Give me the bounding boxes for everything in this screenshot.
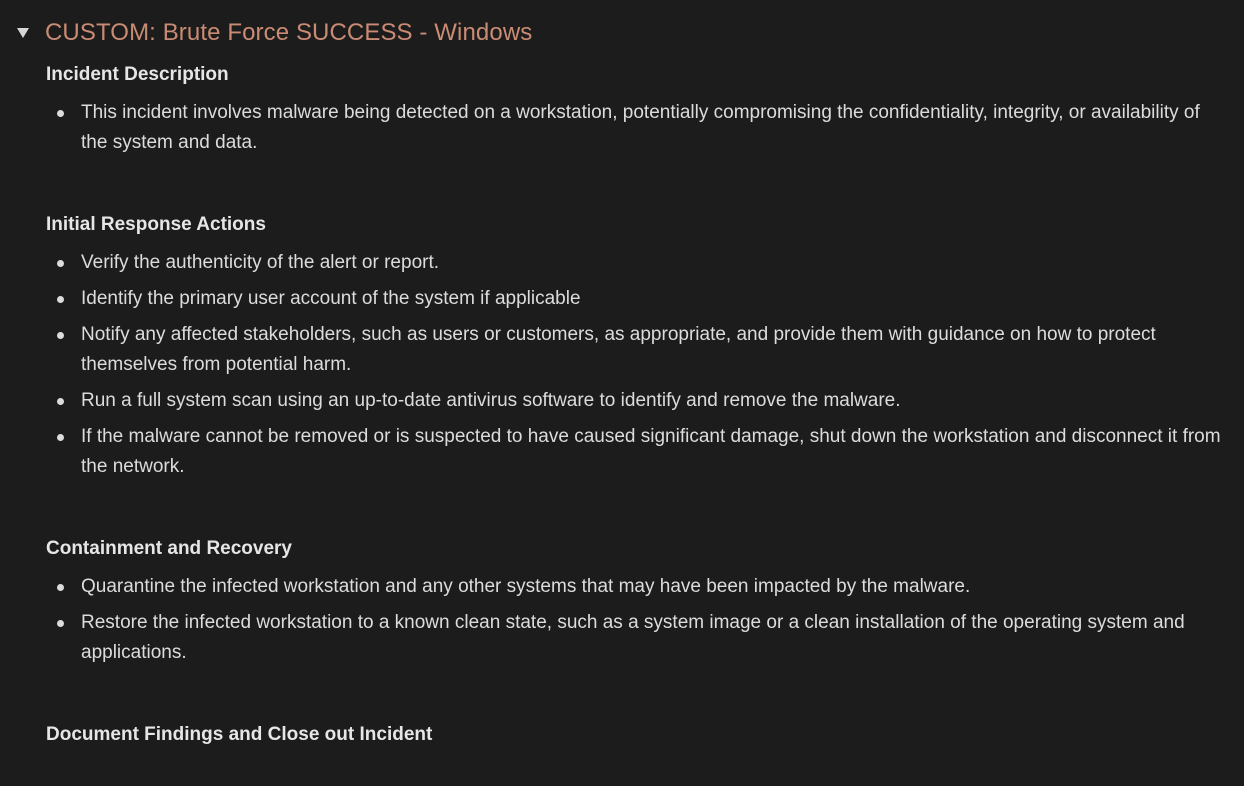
bullet-dot-icon <box>57 584 64 591</box>
section-title: CUSTOM: Brute Force SUCCESS - Windows <box>45 19 533 46</box>
heading-containment-and-recovery: Containment and Recovery <box>46 538 292 559</box>
bullet-dot-icon <box>57 434 64 441</box>
list-item-text: Verify the authenticity of the alert or … <box>81 252 440 273</box>
list-item: If the malware cannot be removed or is s… <box>46 422 1226 482</box>
bullet-dot-icon <box>57 398 64 405</box>
list-item: Identify the primary user account of the… <box>46 284 1226 314</box>
list-item: Run a full system scan using an up-to-da… <box>46 386 1226 416</box>
bullet-dot-icon <box>57 332 64 339</box>
bullet-dot-icon <box>57 620 64 627</box>
bullet-dot-icon <box>57 260 64 267</box>
section-content: Incident Description This incident invol… <box>46 58 1226 752</box>
list-item-text: Identify the primary user account of the… <box>81 288 581 309</box>
heading-incident-description: Incident Description <box>46 64 229 85</box>
list-item: This incident involves malware being det… <box>46 98 1226 158</box>
list-containment-and-recovery: Quarantine the infected workstation and … <box>46 572 1226 668</box>
list-item: Quarantine the infected workstation and … <box>46 572 1226 602</box>
heading-initial-response-actions: Initial Response Actions <box>46 214 266 235</box>
collapsible-section-toggle[interactable]: CUSTOM: Brute Force SUCCESS - Windows <box>14 16 532 50</box>
list-item-text: Run a full system scan using an up-to-da… <box>81 390 901 411</box>
bullet-dot-icon <box>57 110 64 117</box>
triangle-down-icon[interactable] <box>17 28 29 38</box>
list-item-text: This incident involves malware being det… <box>81 102 1200 153</box>
list-item: Verify the authenticity of the alert or … <box>46 248 1226 278</box>
document-page: CUSTOM: Brute Force SUCCESS - Windows In… <box>0 0 1244 786</box>
list-item: Notify any affected stakeholders, such a… <box>46 320 1226 380</box>
bullet-dot-icon <box>57 296 64 303</box>
list-initial-response-actions: Verify the authenticity of the alert or … <box>46 248 1226 482</box>
list-incident-description: This incident involves malware being det… <box>46 98 1226 158</box>
heading-document-findings: Document Findings and Close out Incident <box>46 724 433 745</box>
list-item-text: Quarantine the infected workstation and … <box>81 576 971 597</box>
list-item-text: Restore the infected workstation to a kn… <box>81 612 1185 663</box>
list-item-text: Notify any affected stakeholders, such a… <box>81 324 1156 375</box>
list-item-text: If the malware cannot be removed or is s… <box>81 426 1221 477</box>
list-item: Restore the infected workstation to a kn… <box>46 608 1226 668</box>
